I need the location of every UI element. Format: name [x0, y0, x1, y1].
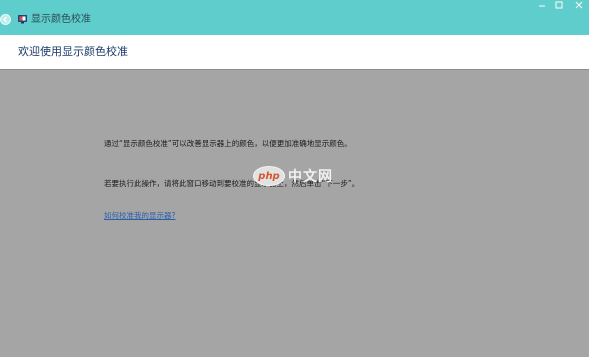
back-button[interactable]	[0, 14, 11, 25]
page-title: 欢迎使用显示颜色校准	[18, 45, 128, 58]
help-link[interactable]: 如何校准我的显示器?	[104, 211, 175, 221]
title-bar: 显示颜色校准	[0, 0, 589, 35]
intro-paragraph: 通过“显示颜色校准”可以改善显示器上的颜色，以便更加准确地显示颜色。	[104, 139, 352, 148]
maximize-button[interactable]	[551, 0, 567, 10]
close-button[interactable]	[568, 0, 589, 10]
watermark-site-text: 中文网	[288, 169, 333, 185]
back-arrow-icon	[3, 16, 7, 23]
page-header: 欢迎使用显示颜色校准	[0, 35, 589, 69]
minimize-icon	[539, 5, 545, 7]
minimize-button[interactable]	[534, 0, 550, 10]
close-icon	[575, 1, 582, 9]
php-logo-badge: php	[253, 166, 285, 186]
content-area: 通过“显示颜色校准”可以改善显示器上的颜色，以便更加准确地显示颜色。 若要执行此…	[0, 69, 589, 357]
window-title: 显示颜色校准	[31, 14, 91, 25]
display-monitor-icon	[18, 15, 27, 24]
calibration-window: 显示颜色校准 欢迎使用显示颜色校准 通过“显示颜色校准”可以改善显示器上的颜色，…	[0, 0, 589, 357]
maximize-icon	[555, 1, 563, 9]
watermark-logo: php 中文网	[253, 165, 333, 187]
